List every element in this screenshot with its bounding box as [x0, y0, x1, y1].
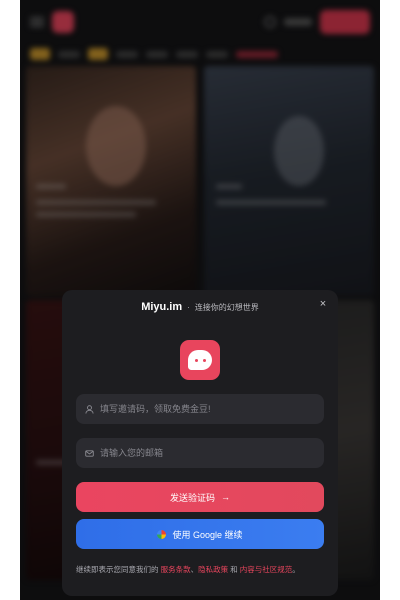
close-icon[interactable]: ×	[316, 297, 330, 311]
chat-bubble-icon	[180, 340, 220, 380]
terms-end: 。	[292, 565, 300, 574]
terms-and: 和	[230, 565, 238, 574]
google-continue-label: 使用 Google 继续	[172, 529, 243, 540]
mail-icon	[85, 449, 94, 458]
login-modal: Miyu.im · 连接你的幻想世界 × 发送验证码 → 使用 Google 继…	[62, 290, 338, 596]
invite-code-field[interactable]	[76, 394, 324, 424]
terms-prefix: 继续即表示您同意我们的	[76, 565, 159, 574]
modal-dot: ·	[187, 302, 190, 312]
email-field[interactable]	[76, 438, 324, 468]
send-code-label: 发送验证码	[169, 492, 215, 503]
user-icon	[85, 404, 94, 414]
google-icon	[157, 529, 167, 539]
arrow-right-icon: →	[221, 492, 230, 502]
community-guidelines-link[interactable]: 内容与社区规范	[240, 565, 293, 574]
modal-header: Miyu.im · 连接你的幻想世界	[62, 290, 338, 324]
terms-text: 继续即表示您同意我们的 服务条款、隐私政策 和 内容与社区规范。	[76, 564, 328, 576]
email-input[interactable]	[100, 448, 315, 458]
terms-of-service-link[interactable]: 服务条款	[161, 565, 191, 574]
google-continue-button[interactable]: 使用 Google 继续	[76, 519, 324, 549]
modal-subtitle: 连接你的幻想世界	[194, 302, 259, 312]
send-code-button[interactable]: 发送验证码 →	[76, 482, 324, 512]
privacy-policy-link[interactable]: 隐私政策	[198, 565, 228, 574]
invite-code-input[interactable]	[100, 404, 315, 414]
terms-separator: 、	[190, 565, 199, 574]
modal-brand: Miyu.im	[141, 301, 183, 313]
